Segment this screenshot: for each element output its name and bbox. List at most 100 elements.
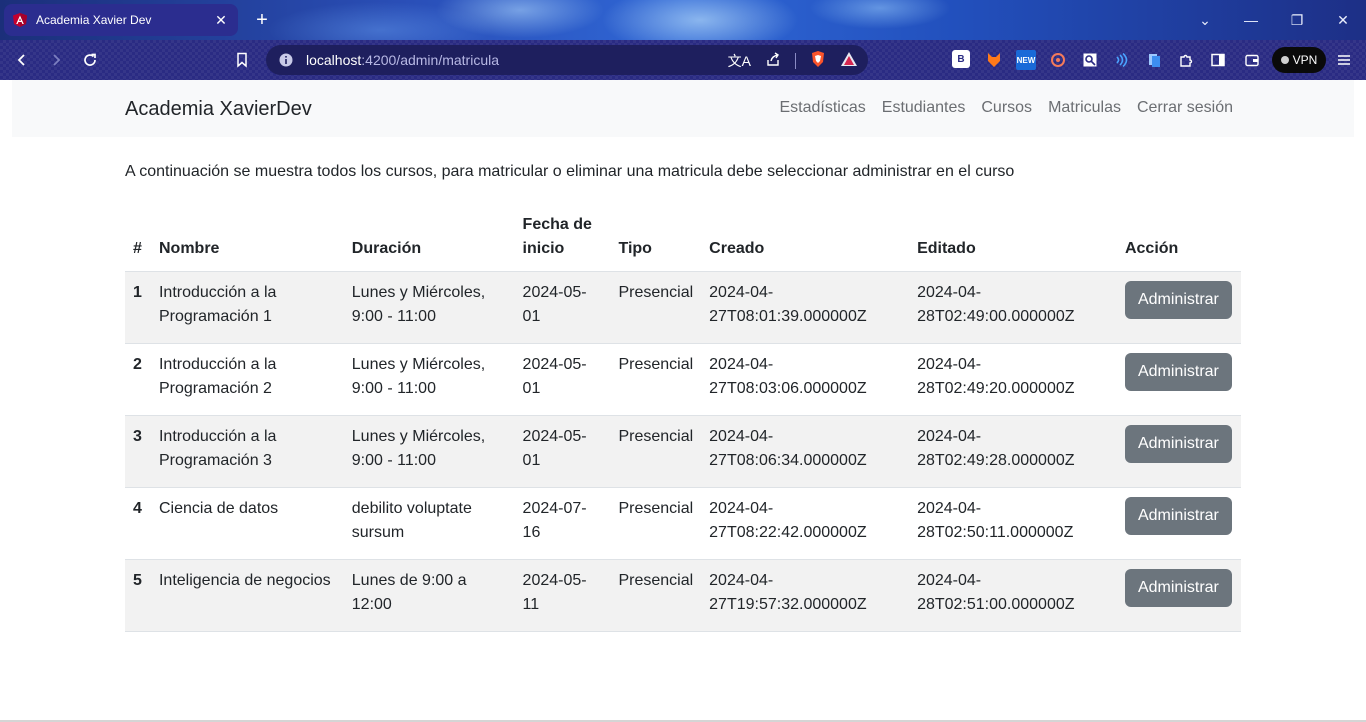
cell-nombre: Introducción a la Programación 2 [150,343,344,416]
cell-creado: 2024-04-27T08:03:06.000000Z [701,343,910,416]
browser-tab[interactable]: Academia Xavier Dev ✕ [4,4,238,36]
tab-title: Academia Xavier Dev [36,13,152,27]
cell-num: 5 [125,559,151,632]
administrar-button[interactable]: Administrar [1124,425,1232,463]
cell-fecha: 2024-05-01 [514,415,611,488]
cell-creado: 2024-04-27T19:57:32.000000Z [701,559,910,632]
vpn-label: VPN [1292,53,1318,67]
site-info-icon[interactable] [278,52,294,68]
brand-link[interactable]: Academia XavierDev [125,98,312,121]
cell-editado: 2024-04-28T02:51:00.000000Z [909,559,1117,632]
extensions-puzzle-icon[interactable] [1176,50,1196,70]
cell-creado: 2024-04-27T08:06:34.000000Z [701,415,910,488]
cell-fecha: 2024-05-01 [514,343,611,416]
cell-nombre: Inteligencia de negocios [150,559,344,632]
cell-fecha: 2024-05-01 [514,271,611,344]
table-row: 5 Inteligencia de negocios Lunes de 9:00… [125,559,1241,632]
nav-link-estudiantes[interactable]: Estudiantes [882,99,966,117]
cell-accion: Administrar [1116,415,1241,488]
table-row: 1 Introducción a la Programación 1 Lunes… [125,271,1241,344]
header-accion: Acción [1116,209,1241,272]
nav-link-cursos[interactable]: Cursos [981,99,1032,117]
close-tab-icon[interactable]: ✕ [212,11,230,29]
cell-num: 3 [125,415,151,488]
cell-creado: 2024-04-27T08:01:39.000000Z [701,271,910,344]
cell-tipo: Presencial [610,271,702,344]
site-navbar: Academia XavierDev Estadísticas Estudian… [12,80,1354,137]
administrar-button[interactable]: Administrar [1124,281,1232,319]
cell-creado: 2024-04-27T08:22:42.000000Z [701,487,910,560]
cell-editado: 2024-04-28T02:50:11.000000Z [909,487,1117,560]
cell-tipo: Presencial [610,559,702,632]
files-extension-icon[interactable] [1144,50,1164,70]
table-row: 2 Introducción a la Programación 2 Lunes… [125,343,1241,416]
vpn-status-icon [1280,56,1289,64]
cell-fecha: 2024-07-16 [514,487,611,560]
nav-links: Estadísticas Estudiantes Cursos Matricul… [780,99,1234,117]
cell-editado: 2024-04-28T02:49:20.000000Z [909,343,1117,416]
forward-icon[interactable] [44,48,68,72]
cell-num: 4 [125,487,151,560]
openai-extension-icon[interactable] [1048,50,1068,70]
nav-link-estadisticas[interactable]: Estadísticas [780,99,866,117]
vpn-button[interactable]: VPN [1272,47,1326,73]
cell-num: 1 [125,271,151,344]
cell-accion: Administrar [1116,559,1241,632]
intro-text: A continuación se muestra todos los curs… [125,163,1015,180]
brave-shields-icon[interactable] [810,50,826,71]
administrar-button[interactable]: Administrar [1124,497,1232,535]
screenshot-extension-icon[interactable] [1080,50,1100,70]
wallet-icon[interactable] [1242,50,1262,70]
nav-link-matriculas[interactable]: Matriculas [1048,99,1121,117]
back-icon[interactable] [10,48,34,72]
url-path: :4200/admin/matricula [361,52,500,68]
header-duracion: Duración [343,209,515,272]
cell-duracion: Lunes y Miércoles, 9:00 - 11:00 [343,415,515,488]
nav-link-cerrar-sesion[interactable]: Cerrar sesión [1137,99,1233,117]
browser-toolbar: localhost:4200/admin/matricula 文A B NEW [0,40,1366,80]
translate-icon[interactable]: 文A [728,51,751,71]
minimize-icon[interactable]: — [1239,8,1263,32]
wireless-extension-icon[interactable] [1112,50,1132,70]
cell-accion: Administrar [1116,271,1241,344]
table-row: 4 Ciencia de datos debilito voluptate su… [125,487,1241,560]
cell-tipo: Presencial [610,415,702,488]
cell-nombre: Ciencia de datos [150,487,344,560]
sidebar-toggle-icon[interactable] [1208,50,1228,70]
header-fecha-inicio: Fecha de inicio [514,209,611,272]
cell-nombre: Introducción a la Programación 1 [150,271,344,344]
url-host: localhost [306,52,362,68]
fox-extension-icon[interactable] [984,50,1004,70]
table-row: 3 Introducción a la Programación 3 Lunes… [125,415,1241,488]
cell-duracion: debilito voluptate sursum [343,487,515,560]
cell-duracion: Lunes y Miércoles, 9:00 - 11:00 [343,271,515,344]
header-creado: Creado [701,209,910,272]
cell-duracion: Lunes y Miércoles, 9:00 - 11:00 [343,343,515,416]
close-window-icon[interactable]: ✕ [1331,8,1355,32]
header-editado: Editado [909,209,1117,272]
bookmark-icon[interactable] [230,48,254,72]
share-icon[interactable] [765,51,781,70]
administrar-button[interactable]: Administrar [1124,569,1232,607]
brave-rewards-icon[interactable] [840,51,858,70]
tab-search-chevron-icon[interactable]: ⌄ [1193,8,1217,32]
address-bar[interactable]: localhost:4200/admin/matricula 文A [266,45,868,75]
cell-accion: Administrar [1116,343,1241,416]
header-num: # [125,209,151,272]
header-nombre: Nombre [150,209,344,272]
cell-nombre: Introducción a la Programación 3 [150,415,344,488]
reload-icon[interactable] [78,48,102,72]
cell-editado: 2024-04-28T02:49:28.000000Z [909,415,1117,488]
cell-tipo: Presencial [610,487,702,560]
bootstrap-extension-icon[interactable]: B [952,50,970,68]
menu-icon[interactable] [1334,50,1354,70]
header-tipo: Tipo [610,209,702,272]
new-extension-icon[interactable]: NEW [1016,50,1036,70]
browser-tab-strip: Academia Xavier Dev ✕ + ⌄ — ❐ ✕ [0,0,1366,40]
restore-icon[interactable]: ❐ [1285,8,1309,32]
new-tab-button[interactable]: + [250,8,274,32]
administrar-button[interactable]: Administrar [1124,353,1232,391]
courses-table: # Nombre Duración Fecha de inicio Tipo C… [125,209,1241,632]
cell-duracion: Lunes de 9:00 a 12:00 [343,559,515,632]
angular-favicon-icon [13,13,27,27]
